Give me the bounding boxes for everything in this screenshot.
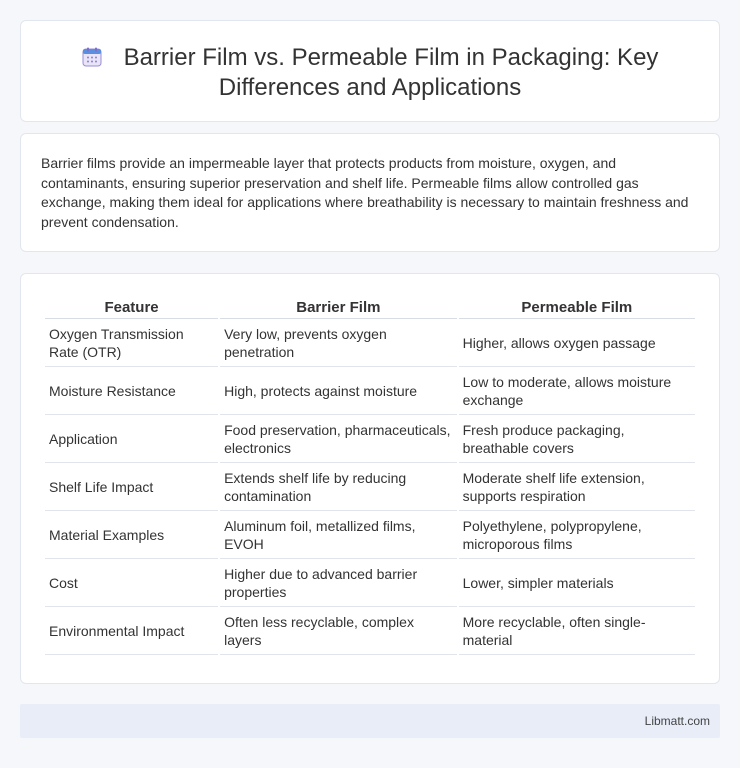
table-header-row: Feature Barrier Film Permeable Film — [45, 296, 695, 319]
cell-feature: Shelf Life Impact — [45, 463, 219, 511]
footer-bar: Libmatt.com — [20, 704, 720, 738]
cell-feature: Cost — [45, 559, 219, 607]
table-row: Cost Higher due to advanced barrier prop… — [45, 559, 695, 607]
cell-barrier-film: High, protects against moisture — [220, 367, 457, 415]
cell-barrier-film: Extends shelf life by reducing contamina… — [220, 463, 457, 511]
intro-card: Barrier films provide an impermeable lay… — [20, 133, 720, 252]
table-row: Application Food preservation, pharmaceu… — [45, 415, 695, 463]
cell-feature: Material Examples — [45, 511, 219, 559]
column-header-feature: Feature — [45, 296, 219, 319]
comparison-table-card: Feature Barrier Film Permeable Film Oxyg… — [20, 273, 720, 684]
cell-permeable-film: Lower, simpler materials — [458, 559, 695, 607]
page-title: Barrier Film vs. Permeable Film in Packa… — [21, 43, 719, 103]
table-row: Moisture Resistance High, protects again… — [45, 367, 695, 415]
cell-barrier-film: Aluminum foil, metallized films, EVOH — [220, 511, 457, 559]
table-row: Shelf Life Impact Extends shelf life by … — [45, 463, 695, 511]
page-title-text: Barrier Film vs. Permeable Film in Packa… — [123, 44, 659, 101]
cell-barrier-film: Very low, prevents oxygen penetration — [220, 319, 457, 367]
table-row: Environmental Impact Often less recyclab… — [45, 607, 695, 655]
cell-barrier-film: Higher due to advanced barrier propertie… — [220, 559, 457, 607]
cell-permeable-film: More recyclable, often single-material — [458, 607, 695, 655]
cell-permeable-film: Polyethylene, polypropylene, microporous… — [458, 511, 695, 559]
header-card: Barrier Film vs. Permeable Film in Packa… — [20, 20, 720, 122]
cell-barrier-film: Food preservation, pharmaceuticals, elec… — [220, 415, 457, 463]
cell-permeable-film: Moderate shelf life extension, supports … — [458, 463, 695, 511]
comparison-table: Feature Barrier Film Permeable Film Oxyg… — [43, 296, 697, 655]
table-row: Material Examples Aluminum foil, metalli… — [45, 511, 695, 559]
cell-feature: Moisture Resistance — [45, 367, 219, 415]
column-header-permeable-film: Permeable Film — [458, 296, 695, 319]
intro-paragraph: Barrier films provide an impermeable lay… — [41, 155, 689, 230]
cell-permeable-film: Higher, allows oxygen passage — [458, 319, 695, 367]
cell-barrier-film: Often less recyclable, complex layers — [220, 607, 457, 655]
cell-permeable-film: Low to moderate, allows moisture exchang… — [458, 367, 695, 415]
cell-feature: Application — [45, 415, 219, 463]
table-row: Oxygen Transmission Rate (OTR) Very low,… — [45, 319, 695, 367]
column-header-barrier-film: Barrier Film — [220, 296, 457, 319]
title-wrap: Barrier Film vs. Permeable Film in Packa… — [21, 43, 719, 103]
footer-brand-link[interactable]: Libmatt.com — [645, 714, 710, 728]
cell-feature: Oxygen Transmission Rate (OTR) — [45, 319, 219, 367]
cell-permeable-film: Fresh produce packaging, breathable cove… — [458, 415, 695, 463]
calendar-icon — [82, 45, 102, 67]
cell-feature: Environmental Impact — [45, 607, 219, 655]
